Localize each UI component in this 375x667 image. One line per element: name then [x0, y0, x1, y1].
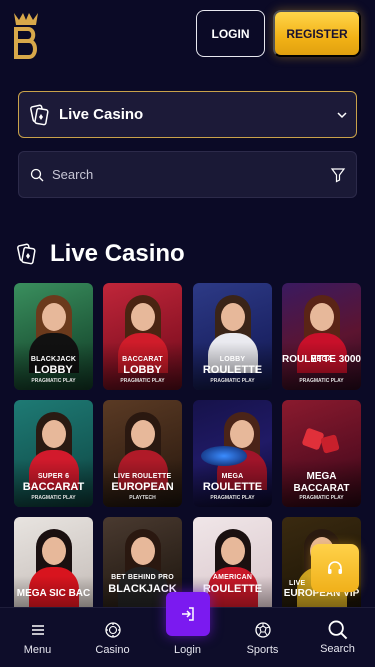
game-subtitle: BACCARAT [122, 356, 163, 363]
game-title: ROULETTE 3000 [282, 354, 361, 365]
game-subtitle: MEGA [221, 473, 244, 480]
casino-chip-icon [104, 622, 121, 638]
login-fab-button[interactable] [166, 592, 210, 636]
hamburger-menu-icon [31, 625, 44, 635]
game-provider: PLAYTECH [129, 495, 156, 501]
live-casino-cards-icon [17, 243, 36, 265]
game-provider: PRAGMATIC PLAY [31, 378, 76, 384]
nav-sports[interactable]: Sports [225, 608, 300, 667]
game-card[interactable]: LIVE ROULETTE EUROPEAN PLAYTECH [103, 400, 182, 507]
game-card[interactable]: MEGA ROULETTE 3000 PRAGMATIC PLAY [282, 283, 361, 390]
nav-label: Search [320, 643, 355, 655]
game-card[interactable]: SUPER 6 BACCARAT PRAGMATIC PLAY [14, 400, 93, 507]
chevron-down-icon [337, 112, 347, 119]
game-title: MEGA SIC BAC [16, 588, 91, 599]
game-provider: PRAGMATIC PLAY [299, 495, 344, 501]
section-title: Live Casino [50, 240, 185, 267]
game-title: EUROPEAN [111, 481, 174, 493]
game-subtitle: BET BEHIND PRO [111, 574, 174, 581]
game-title: ROULETTE [202, 481, 263, 493]
game-title: LOBBY [123, 364, 162, 376]
game-provider: PRAGMATIC PLAY [120, 378, 165, 384]
sports-ball-icon [254, 622, 271, 638]
header: LOGIN REGISTER [0, 0, 375, 72]
category-label: Live Casino [59, 106, 144, 123]
game-card[interactable]: MEGA BACCARAT PRAGMATIC PLAY [282, 400, 361, 507]
game-provider: PRAGMATIC PLAY [210, 495, 255, 501]
game-title: ROULETTE [202, 364, 263, 376]
game-title: BACCARAT [22, 481, 85, 493]
nav-label: Menu [23, 644, 52, 656]
nav-search[interactable]: Search [300, 608, 375, 667]
support-button[interactable] [311, 544, 359, 592]
section-header: Live Casino [16, 238, 185, 270]
search-icon [328, 620, 347, 640]
game-subtitle: LIVE ROULETTE [113, 473, 172, 480]
brand-logo[interactable] [13, 11, 39, 59]
game-card[interactable]: BLACKJACK LOBBY PRAGMATIC PLAY [14, 283, 93, 390]
game-subtitle: BLACKJACK [30, 356, 77, 363]
nav-menu[interactable]: Menu [0, 608, 75, 667]
register-button[interactable]: REGISTER [273, 10, 361, 57]
game-card[interactable]: BACCARAT LOBBY PRAGMATIC PLAY [103, 283, 182, 390]
nav-label: Sports [246, 644, 279, 656]
game-card[interactable]: MEGA SIC BAC [14, 517, 93, 607]
filter-icon[interactable] [330, 167, 346, 183]
game-subtitle: LOBBY [219, 356, 246, 363]
category-dropdown[interactable]: Live Casino [18, 91, 357, 138]
search-icon [30, 168, 44, 181]
game-provider: PRAGMATIC PLAY [210, 378, 255, 384]
game-provider: PRAGMATIC PLAY [299, 378, 344, 384]
game-title: LOBBY [34, 364, 73, 376]
game-title: MEGA BACCARAT [293, 471, 350, 494]
live-casino-cards-icon [30, 104, 49, 125]
game-card[interactable]: LOBBY ROULETTE PRAGMATIC PLAY [193, 283, 272, 390]
nav-label: Login [174, 644, 201, 656]
search-input[interactable] [52, 167, 312, 182]
headset-support-icon [328, 561, 342, 574]
game-card[interactable]: MEGA ROULETTE PRAGMATIC PLAY [193, 400, 272, 507]
nav-label: Casino [95, 644, 130, 656]
nav-casino[interactable]: Casino [75, 608, 150, 667]
game-provider: PRAGMATIC PLAY [31, 495, 76, 501]
game-subtitle: AMERICAN [212, 574, 253, 581]
game-grid: BLACKJACK LOBBY PRAGMATIC PLAY BACCARAT … [14, 283, 362, 607]
login-arrow-icon [182, 607, 194, 621]
login-button[interactable]: LOGIN [196, 10, 265, 57]
game-subtitle: SUPER 6 [37, 473, 70, 480]
search-bar [18, 151, 357, 198]
